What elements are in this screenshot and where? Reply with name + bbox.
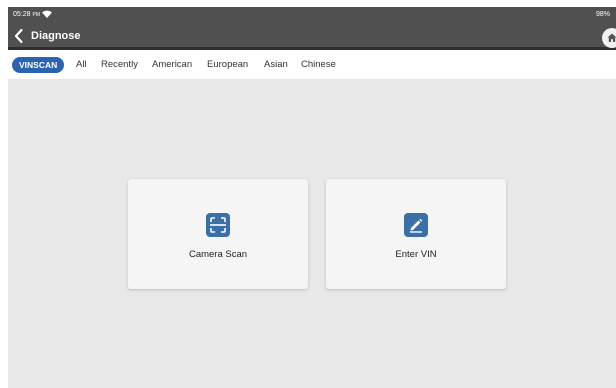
- page-title: Diagnose: [31, 30, 81, 42]
- tablet-screen: 05:28 PM 98% Diagnose VINSCAN All Recent…: [8, 7, 616, 388]
- tab-european[interactable]: European: [207, 57, 248, 73]
- category-tabs: VINSCAN All Recently American European A…: [8, 50, 616, 79]
- camera-scan-card[interactable]: Camera Scan: [128, 179, 308, 289]
- tab-asian[interactable]: Asian: [264, 57, 288, 73]
- wifi-icon: [42, 10, 52, 18]
- tab-american[interactable]: American: [152, 57, 192, 73]
- status-time: 05:28 PM: [13, 11, 40, 18]
- app-header: Diagnose: [8, 25, 616, 50]
- camera-scan-label: Camera Scan: [188, 249, 248, 260]
- tab-vinscan[interactable]: VINSCAN: [12, 57, 65, 73]
- camera-scan-icon: [206, 213, 230, 237]
- status-ampm: PM: [32, 12, 40, 18]
- tab-recently[interactable]: Recently: [101, 57, 138, 73]
- status-bar: 05:28 PM 98%: [8, 7, 616, 25]
- home-button[interactable]: [602, 28, 616, 48]
- enter-vin-card[interactable]: Enter VIN: [326, 179, 506, 289]
- edit-icon: [404, 213, 428, 237]
- battery-level: 98%: [595, 11, 610, 18]
- tab-chinese[interactable]: Chinese: [301, 57, 336, 73]
- tab-all[interactable]: All: [76, 57, 87, 73]
- home-icon: [607, 33, 616, 42]
- back-arrow-icon[interactable]: [12, 27, 26, 45]
- enter-vin-label: Enter VIN: [395, 249, 437, 260]
